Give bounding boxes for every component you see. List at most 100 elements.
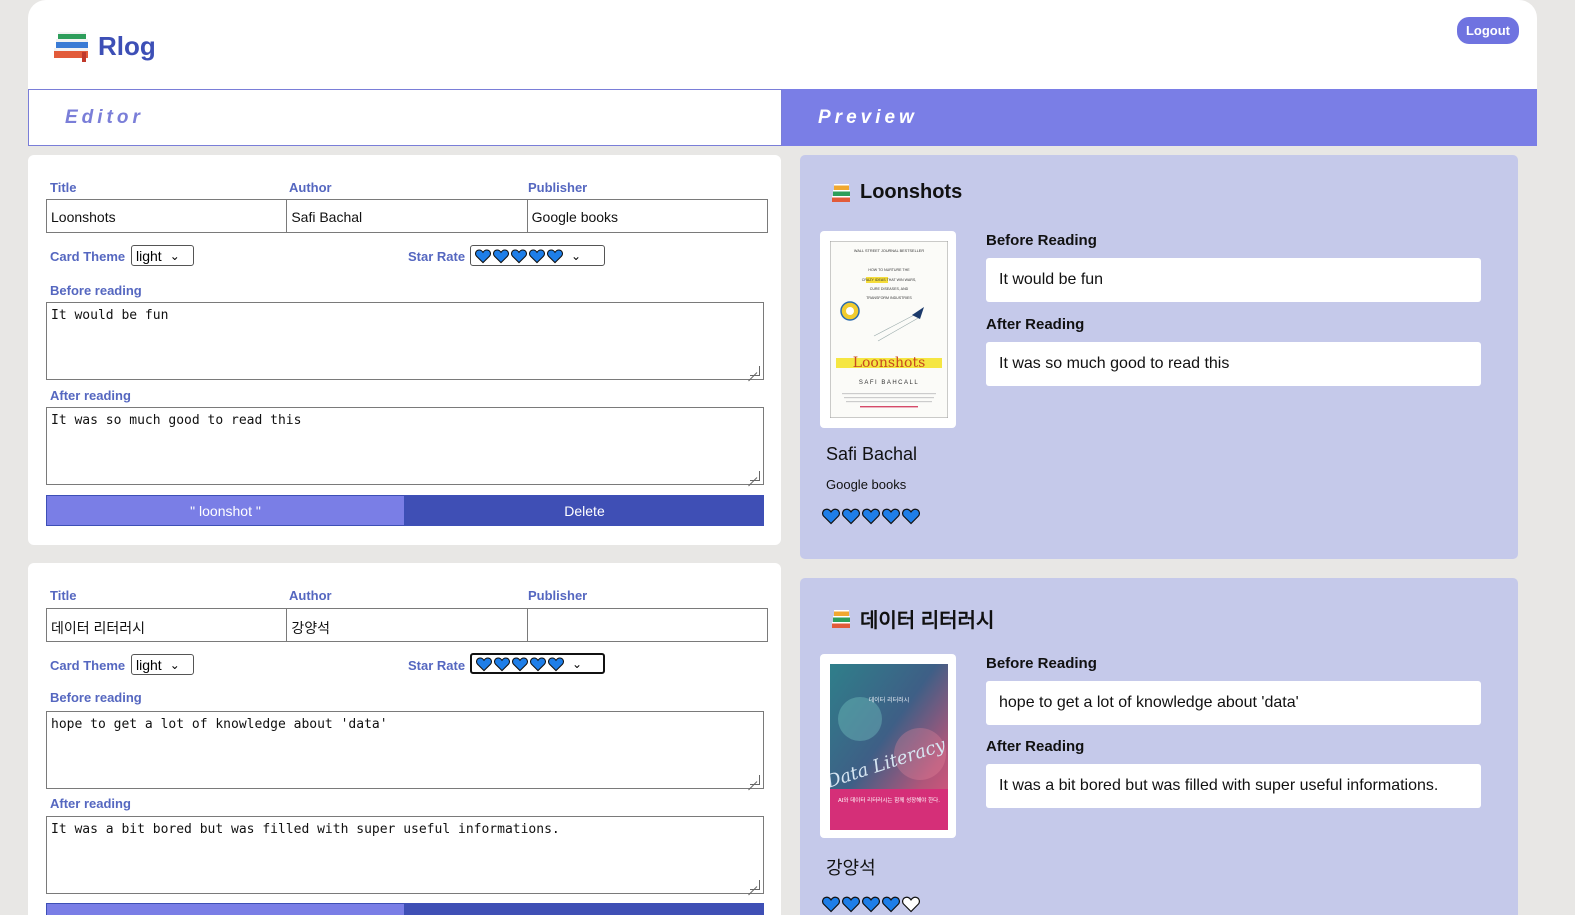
heart-filled-icon	[882, 507, 900, 525]
card-actions	[46, 903, 764, 915]
title-input[interactable]: 데이터 리터러시	[47, 609, 288, 641]
preview-before-heading: Before Reading	[986, 655, 1097, 672]
header: Rlog Logout	[28, 0, 1537, 89]
preview-after-text: It was so much good to read this	[986, 342, 1481, 386]
preview-publisher: Google books	[826, 477, 907, 492]
star-rate-label: Star Rate	[408, 249, 466, 264]
chevron-down-icon: ⌄	[571, 248, 582, 263]
resize-grip-icon[interactable]	[750, 471, 760, 481]
preview-author: 강양석	[826, 858, 876, 878]
books-icon	[830, 609, 852, 629]
heart-filled-icon	[547, 248, 563, 264]
preview-after-text: It was a bit bored but was filled with s…	[986, 764, 1481, 808]
preview-card: Loonshots WALL STREET JOURNAL BESTSELLER…	[800, 155, 1518, 559]
before-reading-label: Before reading	[50, 690, 142, 705]
cover-author: SAFI BAHCALL	[859, 380, 919, 386]
editor-card: Title Author Publisher 데이터 리터러시 강양석 Card…	[28, 563, 781, 915]
logout-button[interactable]: Logout	[1456, 17, 1519, 44]
before-reading-text: It would be fun	[51, 308, 169, 323]
preview-after-heading: After Reading	[986, 738, 1085, 755]
resize-grip-icon[interactable]	[750, 775, 760, 785]
svg-text:TRANSFORM INDUSTRIES: TRANSFORM INDUSTRIES	[866, 296, 912, 300]
card-theme-value: light	[136, 247, 162, 264]
publisher-label: Publisher	[528, 588, 588, 603]
title-input[interactable]: Loonshots	[47, 200, 288, 232]
heart-filled-icon	[511, 248, 527, 264]
preview-before-text: hope to get a lot of knowledge about 'da…	[986, 681, 1481, 725]
preview-title-text: 데이터 리터러시	[860, 610, 995, 632]
svg-text:HOW TO NURTURE THE: HOW TO NURTURE THE	[868, 268, 910, 272]
author-input[interactable]: Safi Bachal	[287, 200, 528, 232]
card-theme-value: light	[136, 656, 162, 673]
heart-filled-icon	[902, 507, 920, 525]
after-reading-textarea[interactable]: It was so much good to read this	[46, 407, 764, 485]
title-label: Title	[50, 588, 77, 603]
preview-before-heading: Before Reading	[986, 232, 1097, 249]
cover-band-text: AI와 데이터 리터러시는 함께 성장해야 한다.	[838, 796, 940, 804]
preview-after-heading: After Reading	[986, 316, 1085, 333]
heart-filled-icon	[822, 895, 840, 913]
mode-tabs: Editor Preview	[28, 89, 1537, 146]
book-cover: 데이터 리터러시 Data Literacy AI와 데이터 리터러시는 함께 …	[820, 654, 956, 838]
book-cover-image: WALL STREET JOURNAL BESTSELLER HOW TO NU…	[829, 240, 949, 419]
resize-grip-icon[interactable]	[750, 366, 760, 376]
book-info-fields: Loonshots Safi Bachal Google books	[46, 199, 768, 233]
card-actions: " loonshot " Delete	[46, 495, 764, 526]
preview-title: Loonshots	[830, 181, 962, 204]
star-rate-label: Star Rate	[408, 658, 466, 673]
after-reading-label: After reading	[50, 796, 131, 811]
cover-title: Loonshots	[853, 355, 926, 371]
after-reading-text: It was so much good to read this	[51, 413, 302, 428]
chevron-down-icon: ⌄	[572, 656, 583, 671]
publisher-input[interactable]	[528, 609, 767, 641]
card-theme-select[interactable]: light ⌄	[131, 654, 194, 675]
publisher-input[interactable]: Google books	[528, 200, 767, 232]
star-rate-hearts	[475, 248, 563, 264]
after-reading-label: After reading	[50, 388, 131, 403]
book-cover: WALL STREET JOURNAL BESTSELLER HOW TO NU…	[820, 231, 956, 428]
app-root: Rlog Logout Editor Preview Title Author …	[28, 0, 1537, 915]
heart-filled-icon	[862, 507, 880, 525]
before-reading-text: hope to get a lot of knowledge about 'da…	[51, 717, 388, 732]
preview-rating-hearts	[822, 895, 920, 913]
svg-text:CURE DISEASES, AND: CURE DISEASES, AND	[870, 287, 909, 291]
heart-filled-icon	[842, 895, 860, 913]
chevron-down-icon: ⌄	[169, 248, 180, 263]
delete-button[interactable]: Delete	[405, 495, 764, 526]
card-theme-select[interactable]: light ⌄	[131, 245, 194, 266]
author-input[interactable]: 강양석	[287, 609, 528, 641]
before-reading-textarea[interactable]: hope to get a lot of knowledge about 'da…	[46, 711, 764, 789]
star-rate-hearts	[476, 656, 564, 672]
delete-button[interactable]	[405, 903, 764, 915]
star-rate-select[interactable]: ⌄	[470, 653, 605, 674]
tab-preview[interactable]: Preview	[782, 89, 1537, 146]
tab-editor[interactable]: Editor	[28, 89, 782, 146]
heart-filled-icon	[529, 248, 545, 264]
heart-filled-icon	[494, 656, 510, 672]
heart-empty-icon	[902, 895, 920, 913]
before-reading-textarea[interactable]: It would be fun	[46, 302, 764, 380]
heart-filled-icon	[493, 248, 509, 264]
preview-rating-hearts	[822, 507, 920, 525]
preview-card: 데이터 리터러시 데이터 리터러시 Data Literacy AI와 데이터 …	[800, 578, 1518, 915]
author-label: Author	[289, 588, 332, 603]
heart-filled-icon	[842, 507, 860, 525]
heart-filled-icon	[512, 656, 528, 672]
heart-filled-icon	[548, 656, 564, 672]
file-button[interactable]	[46, 903, 405, 915]
resize-grip-icon[interactable]	[750, 880, 760, 890]
cover-kicker: WALL STREET JOURNAL BESTSELLER	[854, 249, 924, 253]
app-title: Rlog	[98, 30, 156, 61]
preview-author: Safi Bachal	[826, 444, 918, 464]
preview-title-text: Loonshots	[860, 181, 963, 203]
chevron-down-icon: ⌄	[169, 657, 180, 672]
logo[interactable]: Rlog	[52, 30, 156, 62]
heart-filled-icon	[530, 656, 546, 672]
after-reading-textarea[interactable]: It was a bit bored but was filled with s…	[46, 816, 764, 894]
file-button[interactable]: " loonshot "	[46, 495, 405, 526]
star-rate-select[interactable]: ⌄	[470, 245, 605, 266]
preview-title: 데이터 리터러시	[830, 604, 994, 633]
before-reading-label: Before reading	[50, 283, 142, 298]
heart-filled-icon	[475, 248, 491, 264]
editor-card: Title Author Publisher Loonshots Safi Ba…	[28, 155, 781, 545]
